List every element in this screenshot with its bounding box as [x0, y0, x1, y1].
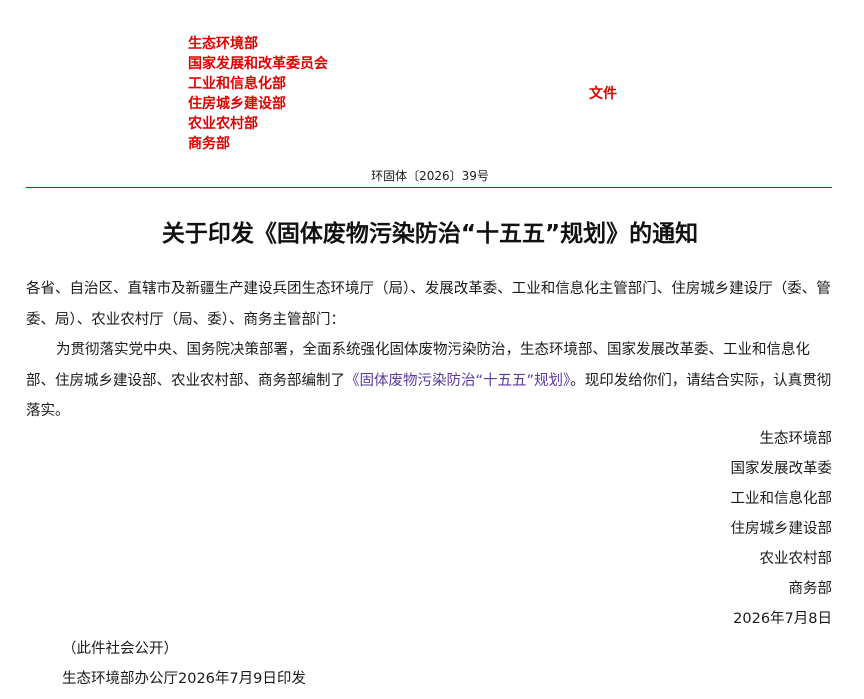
- agency-name: 商务部: [188, 136, 230, 152]
- issue-date: 2026年7月8日: [733, 611, 832, 627]
- agency-name: 生态环境部: [188, 36, 258, 52]
- page-title: 关于印发《固体废物污染防治“十五五”规划》的通知: [161, 221, 699, 247]
- signatory: 住房城乡建设部: [730, 521, 833, 537]
- agency-name: 农业农村部: [188, 116, 258, 132]
- disclosure-note: （此件社会公开）: [62, 641, 178, 657]
- signatory: 农业农村部: [759, 551, 833, 567]
- signatory: 国家发展改革委: [730, 461, 833, 477]
- signatory: 商务部: [788, 581, 833, 597]
- signatories: 生态环境部 国家发展改革委 工业和信息化部 住房城乡建设部 农业农村部 商务部 …: [731, 424, 833, 634]
- body-paragraph: 为贯彻落实党中央、国务院决策部署，全面系统强化固体废物污染防治，生态环境部、国家…: [26, 335, 838, 427]
- plan-document-link[interactable]: 《固体废物污染防治“十五五”规划》: [345, 373, 570, 389]
- agency-name: 住房城乡建设部: [188, 96, 286, 112]
- issuing-agencies: 生态环境部 国家发展和改革委员会 工业和信息化部 住房城乡建设部 农业农村部 商…: [188, 34, 328, 154]
- addressees: 各省、自治区、直辖市及新疆生产建设兵团生态环境厅（局）、发展改革委、工业和信息化…: [26, 281, 831, 328]
- agency-name: 国家发展和改革委员会: [188, 56, 328, 72]
- file-label: 文件: [589, 86, 617, 102]
- signatory: 生态环境部: [759, 431, 833, 447]
- document-number: 环固体〔2026〕39号: [371, 169, 489, 183]
- document-body: 各省、自治区、直辖市及新疆生产建设兵团生态环境厅（局）、发展改革委、工业和信息化…: [26, 274, 838, 427]
- signatory: 工业和信息化部: [730, 491, 833, 507]
- print-note: 生态环境部办公厅2026年7月9日印发: [62, 671, 306, 687]
- header-divider: [26, 187, 832, 188]
- agency-name: 工业和信息化部: [188, 76, 286, 92]
